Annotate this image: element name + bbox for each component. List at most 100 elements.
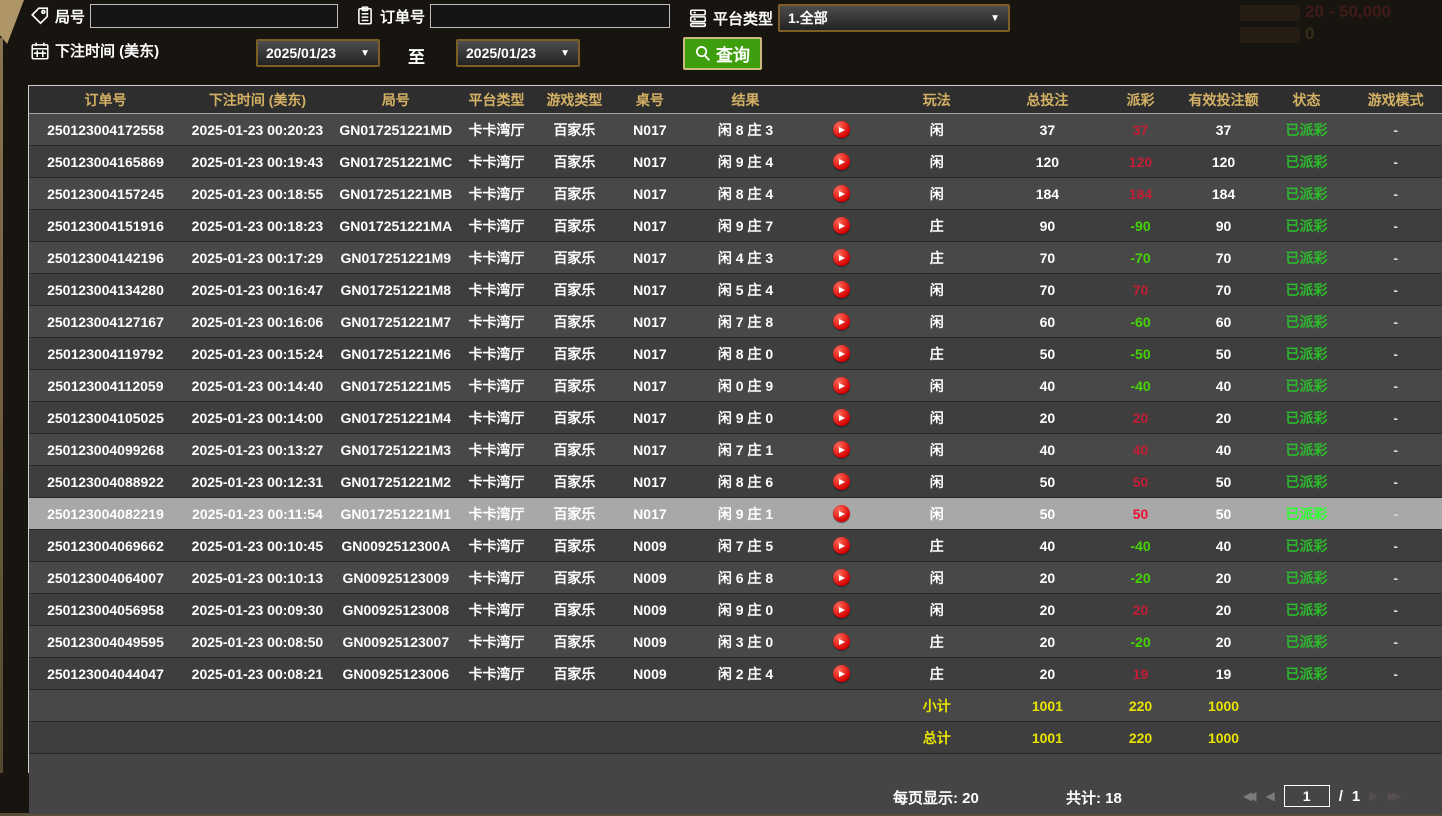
result-cell: 闲 8 庄 6 bbox=[685, 466, 806, 498]
valid-cell: 70 bbox=[1183, 274, 1264, 306]
total-cell: 120 bbox=[997, 146, 1098, 178]
play-video-button[interactable] bbox=[833, 281, 850, 298]
round-cell: GN017251221MD bbox=[333, 114, 459, 146]
play-cell: 庄 bbox=[876, 530, 997, 562]
play-video-button[interactable] bbox=[833, 249, 850, 266]
calendar-icon bbox=[30, 41, 50, 61]
bet-time-filter: 下注时间 (美东) bbox=[30, 40, 159, 61]
result-cell: 闲 7 庄 5 bbox=[685, 530, 806, 562]
id-cell: 250123004088922 bbox=[29, 466, 182, 498]
payout-cell: -20 bbox=[1098, 626, 1184, 658]
play-video-button[interactable] bbox=[833, 633, 850, 650]
order-input[interactable] bbox=[430, 4, 670, 28]
per-page-text: 每页显示: 20 bbox=[893, 787, 979, 808]
id-cell: 250123004119792 bbox=[29, 338, 182, 370]
table-row[interactable]: 2501230041658692025-01-23 00:19:43GN0172… bbox=[29, 146, 1442, 178]
platform-cell: 卡卡湾厅 bbox=[459, 594, 534, 626]
table-no-cell: N017 bbox=[615, 402, 685, 434]
play-cell: 庄 bbox=[876, 338, 997, 370]
valid-cell: 70 bbox=[1183, 242, 1264, 274]
time-cell: 2025-01-23 00:13:27 bbox=[182, 434, 333, 466]
id-cell: 250123004157245 bbox=[29, 178, 182, 210]
table-row[interactable]: 2501230040569582025-01-23 00:09:30GN0092… bbox=[29, 594, 1442, 626]
table-row[interactable]: 2501230041120592025-01-23 00:14:40GN0172… bbox=[29, 370, 1442, 402]
platform-select[interactable]: 1.全部 ▼ bbox=[778, 4, 1010, 32]
play-video-button[interactable] bbox=[833, 473, 850, 490]
table-no-cell: N017 bbox=[615, 498, 685, 530]
prev-page-button[interactable]: ◀ bbox=[1265, 785, 1274, 807]
query-button[interactable]: 查询 bbox=[683, 37, 762, 70]
table-row[interactable]: 2501230040696622025-01-23 00:10:45GN0092… bbox=[29, 530, 1442, 562]
platform-cell: 卡卡湾厅 bbox=[459, 210, 534, 242]
table-row[interactable]: 2501230040640072025-01-23 00:10:13GN0092… bbox=[29, 562, 1442, 594]
valid-cell: 37 bbox=[1183, 114, 1264, 146]
table-row[interactable]: 2501230041519162025-01-23 00:18:23GN0172… bbox=[29, 210, 1442, 242]
play-video-button[interactable] bbox=[833, 121, 850, 138]
play-cell: 闲 bbox=[876, 594, 997, 626]
total-cell: 60 bbox=[997, 306, 1098, 338]
play-video-button[interactable] bbox=[833, 441, 850, 458]
next-page-button[interactable]: ▶ bbox=[1369, 785, 1378, 807]
status-cell: 已派彩 bbox=[1264, 626, 1350, 658]
table-row[interactable]: 2501230040440472025-01-23 00:08:21GN0092… bbox=[29, 658, 1442, 690]
table-row[interactable]: 2501230041197922025-01-23 00:15:24GN0172… bbox=[29, 338, 1442, 370]
play-video-button[interactable] bbox=[833, 569, 850, 586]
to-label: 至 bbox=[408, 43, 425, 68]
column-header: 状态 bbox=[1264, 86, 1350, 114]
table-row[interactable]: 2501230041725582025-01-23 00:20:23GN0172… bbox=[29, 114, 1442, 146]
date-from-picker[interactable]: 2025/01/23 ▼ bbox=[256, 39, 380, 67]
platform-cell: 卡卡湾厅 bbox=[459, 530, 534, 562]
mode-cell: - bbox=[1349, 658, 1442, 690]
summary-label: 小计 bbox=[876, 690, 997, 722]
play-video-button[interactable] bbox=[833, 505, 850, 522]
time-cell: 2025-01-23 00:14:00 bbox=[182, 402, 333, 434]
play-video-button[interactable] bbox=[833, 409, 850, 426]
status-cell: 已派彩 bbox=[1264, 530, 1350, 562]
column-header: 玩法 bbox=[876, 86, 997, 114]
status-cell: 已派彩 bbox=[1264, 274, 1350, 306]
column-header: 有效投注额 bbox=[1183, 86, 1264, 114]
payout-cell: 50 bbox=[1098, 466, 1184, 498]
play-video-button[interactable] bbox=[833, 537, 850, 554]
round-filter: 局号 bbox=[30, 4, 338, 28]
play-video-button[interactable] bbox=[833, 377, 850, 394]
mode-cell: - bbox=[1349, 242, 1442, 274]
table-row[interactable]: 2501230040992682025-01-23 00:13:27GN0172… bbox=[29, 434, 1442, 466]
table-no-cell: N017 bbox=[615, 370, 685, 402]
valid-cell: 120 bbox=[1183, 146, 1264, 178]
video-cell bbox=[806, 434, 876, 466]
play-video-button[interactable] bbox=[833, 217, 850, 234]
play-video-button[interactable] bbox=[833, 345, 850, 362]
total-cell: 40 bbox=[997, 370, 1098, 402]
play-icon bbox=[839, 351, 845, 357]
result-cell: 闲 8 庄 0 bbox=[685, 338, 806, 370]
page-number-input[interactable]: 1 bbox=[1284, 785, 1330, 807]
time-cell: 2025-01-23 00:18:55 bbox=[182, 178, 333, 210]
table-row[interactable]: 2501230041271672025-01-23 00:16:06GN0172… bbox=[29, 306, 1442, 338]
first-page-button[interactable]: ◀◀ bbox=[1243, 785, 1256, 807]
pager-controls: ◀◀ ◀ 1 / 1 ▶ ▶▶ bbox=[1243, 785, 1401, 807]
play-video-button[interactable] bbox=[833, 601, 850, 618]
play-video-button[interactable] bbox=[833, 153, 850, 170]
play-video-button[interactable] bbox=[833, 665, 850, 682]
play-video-button[interactable] bbox=[833, 185, 850, 202]
valid-cell: 50 bbox=[1183, 338, 1264, 370]
play-icon bbox=[839, 287, 845, 293]
round-input[interactable] bbox=[90, 4, 338, 28]
play-video-button[interactable] bbox=[833, 313, 850, 330]
mode-cell: - bbox=[1349, 210, 1442, 242]
table-row[interactable]: 2501230041342802025-01-23 00:16:47GN0172… bbox=[29, 274, 1442, 306]
date-to-picker[interactable]: 2025/01/23 ▼ bbox=[456, 39, 580, 67]
valid-cell: 50 bbox=[1183, 498, 1264, 530]
table-row[interactable]: 2501230041572452025-01-23 00:18:55GN0172… bbox=[29, 178, 1442, 210]
game-cell: 百家乐 bbox=[534, 338, 615, 370]
table-row[interactable]: 2501230040889222025-01-23 00:12:31GN0172… bbox=[29, 466, 1442, 498]
total-cell: 50 bbox=[997, 498, 1098, 530]
table-row[interactable]: 2501230041421962025-01-23 00:17:29GN0172… bbox=[29, 242, 1442, 274]
table-row[interactable]: 2501230040495952025-01-23 00:08:50GN0092… bbox=[29, 626, 1442, 658]
last-page-button[interactable]: ▶▶ bbox=[1387, 785, 1400, 807]
table-row[interactable]: 2501230041050252025-01-23 00:14:00GN0172… bbox=[29, 402, 1442, 434]
total-cell: 20 bbox=[997, 594, 1098, 626]
valid-cell: 40 bbox=[1183, 434, 1264, 466]
table-row-selected[interactable]: 2501230040822192025-01-23 00:11:54GN0172… bbox=[29, 498, 1442, 530]
